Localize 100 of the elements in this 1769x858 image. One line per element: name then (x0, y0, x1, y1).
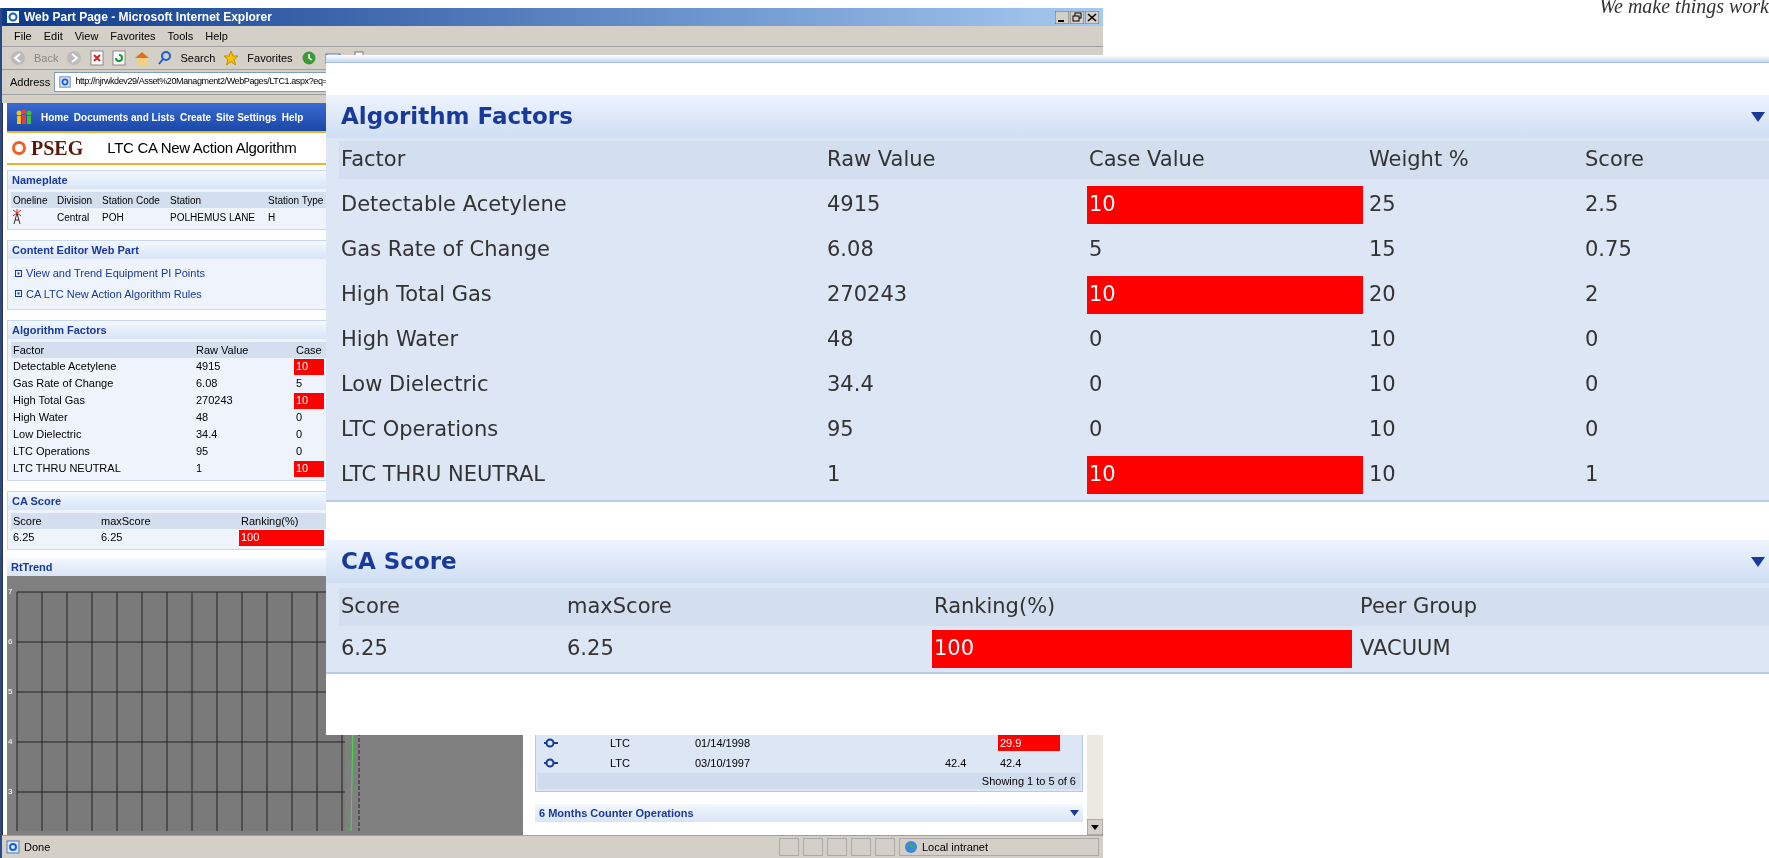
table-cell: 10 (294, 358, 324, 375)
table-cell-text: Central (56, 210, 91, 225)
table-cell-text: POLHEMUS LANE (169, 210, 257, 225)
table-cell-text: 0 (1584, 371, 1600, 399)
minimize-button[interactable] (1055, 10, 1069, 24)
table-cell-text: POH (101, 210, 125, 225)
menu-item[interactable]: Favorites (110, 27, 156, 45)
table-cell-text: 0.75 (1584, 236, 1633, 264)
nav-link[interactable]: Create (179, 109, 212, 125)
table-cell: 10 (1087, 456, 1363, 494)
status-pane (779, 838, 799, 856)
search-button[interactable]: Search (180, 49, 216, 67)
table-cell-text: 10 (1368, 326, 1397, 354)
column-header: Factor (340, 146, 407, 174)
table-cell-text: 48 (826, 326, 855, 354)
dropdown-triangle-icon[interactable] (1070, 810, 1079, 816)
table-cell-text: 6.25 (100, 530, 124, 546)
column-header: Raw Value (195, 342, 250, 358)
nav-link[interactable]: Home (41, 109, 69, 125)
table-cell-text: 0 (1584, 416, 1600, 444)
axis-tick-label: 6 (8, 638, 13, 646)
table-cell-text: 6.08 (195, 376, 219, 392)
menu-item[interactable]: View (74, 27, 99, 45)
axis-tick-label: 7 (8, 588, 13, 596)
expand-icon[interactable] (15, 269, 22, 277)
logo-icon (11, 140, 27, 156)
table-cell-text: 5 (1088, 236, 1104, 264)
close-button[interactable] (1085, 10, 1099, 24)
table-cell-text: 42.4 (944, 755, 968, 771)
connector-icon[interactable] (544, 738, 558, 748)
menu-item[interactable]: File (14, 27, 32, 45)
table-cell-text: 34.4 (195, 427, 219, 443)
table-cell-text: Low Dielectric (340, 371, 490, 399)
table-cell-text: 0 (1088, 371, 1104, 399)
column-header: Ranking(%) (933, 593, 1057, 621)
table-cell-text: 6.25 (12, 530, 36, 546)
stop-icon[interactable] (90, 50, 105, 66)
page-title: LTC CA New Action Algorithm (107, 137, 297, 158)
link[interactable]: CA LTC New Action Algorithm Rules (26, 285, 202, 302)
status-pane (803, 838, 823, 856)
dropdown-triangle-icon[interactable] (1751, 111, 1765, 122)
table-cell-text: 1 (195, 461, 204, 477)
table-cell-text: 25 (1368, 191, 1397, 219)
column-header: Factor (12, 342, 46, 358)
table-cell-text: 2.5 (1584, 191, 1620, 219)
table-cell: 100 (239, 529, 324, 546)
table-cell-text: 270243 (826, 281, 909, 309)
table-cell-text: High Water (340, 326, 460, 354)
table-cell-text: Detectable Acetylene (12, 359, 118, 375)
table-cell-text: 10 (1368, 461, 1397, 489)
column-header: maxScore (566, 593, 673, 621)
table-cell-text: 1 (1584, 461, 1600, 489)
refresh-icon[interactable] (112, 50, 127, 66)
panel-title: CA Score (12, 493, 62, 509)
table-cell-text: LTC THRU NEUTRAL (340, 461, 546, 489)
restore-button[interactable] (1070, 10, 1084, 24)
table-cell-text: LTC Operations (340, 416, 500, 444)
history-icon[interactable] (300, 50, 317, 66)
table-cell: 10 (294, 460, 324, 477)
menu-item[interactable]: Tools (167, 27, 194, 45)
tower-icon[interactable] (11, 209, 23, 225)
panel-title: 6 Months Counter Operations (539, 805, 694, 821)
table-cell-text: 20 (1368, 281, 1397, 309)
menu-item[interactable]: Edit (43, 27, 63, 45)
column-header: Peer Group (1359, 593, 1478, 621)
axis-tick-label: 4 (8, 738, 13, 746)
nav-link[interactable]: Documents and Lists (73, 109, 175, 125)
status-pane (827, 838, 847, 856)
dropdown-triangle-icon[interactable] (1751, 556, 1765, 567)
connector-icon[interactable] (544, 758, 558, 768)
table-cell-text: LTC Operations (12, 444, 91, 460)
status-text: Done (24, 839, 52, 855)
table-cell: 10 (1087, 186, 1363, 224)
table-cell-text: 48 (195, 410, 210, 426)
menu-item[interactable]: Help (205, 27, 228, 45)
star-icon (223, 50, 240, 66)
table-cell-text: Gas Rate of Change (12, 376, 115, 392)
link[interactable]: View and Trend Equipment PI Points (26, 265, 205, 282)
status-pane (875, 838, 895, 856)
table-cell-text: 5 (295, 376, 304, 392)
pager-text: Showing 1 to 5 of 6 (981, 773, 1076, 789)
expand-icon[interactable] (15, 290, 22, 298)
table-cell-text: 1 (826, 461, 842, 489)
panel-title: Content Editor Web Part (12, 242, 139, 258)
scroll-down-arrow-icon[interactable] (1087, 819, 1103, 835)
table-cell: 10 (1087, 276, 1363, 314)
table-cell-text: 34.4 (826, 371, 875, 399)
table-cell-text: 0 (295, 427, 304, 443)
nav-link[interactable]: Help (281, 109, 304, 125)
favorites-button[interactable]: Favorites (247, 49, 293, 67)
column-header: Score (1584, 146, 1645, 174)
nav-link[interactable]: Site Settings (216, 109, 277, 125)
page-icon (6, 840, 20, 854)
table-cell-text: 0 (1584, 326, 1600, 354)
table-cell-text: 0 (295, 410, 304, 426)
panel-title: Nameplate (12, 172, 68, 188)
browser-icon (6, 10, 20, 24)
panel-title: Algorithm Factors (12, 322, 107, 338)
column-header: Case Value (1088, 146, 1206, 174)
table-cell-text: H (267, 210, 277, 225)
